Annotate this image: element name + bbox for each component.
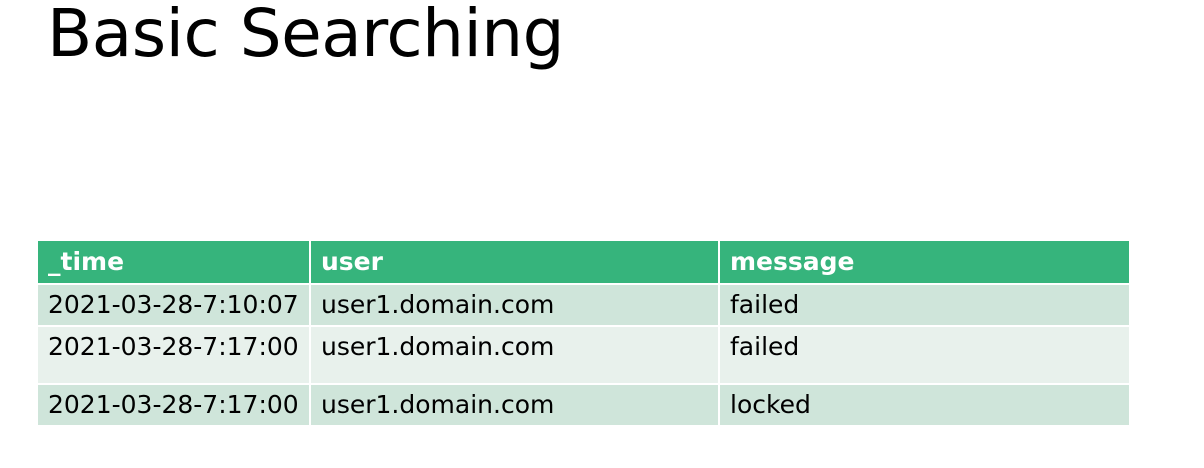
column-header-time: _time — [38, 241, 310, 285]
table-row: 2021-03-28-7:10:07 user1.domain.com fail… — [38, 284, 1129, 327]
message-cell: failed — [718, 326, 1129, 385]
user-cell: user1.domain.com — [309, 384, 719, 427]
column-header-message: message — [718, 241, 1129, 285]
page-title: Basic Searching — [47, 0, 565, 72]
user-cell: user1.domain.com — [309, 326, 719, 385]
message-cell: locked — [718, 384, 1129, 427]
user-cell: user1.domain.com — [309, 284, 719, 327]
column-header-user: user — [309, 241, 719, 285]
results-table: _time user message 2021-03-28-7:10:07 us… — [38, 241, 1129, 427]
time-cell: 2021-03-28-7:17:00 — [38, 326, 310, 385]
table-row: 2021-03-28-7:17:00 user1.domain.com lock… — [38, 384, 1129, 427]
table-header-row: _time user message — [38, 241, 1129, 285]
message-cell: failed — [718, 284, 1129, 327]
time-cell: 2021-03-28-7:10:07 — [38, 284, 310, 327]
time-cell: 2021-03-28-7:17:00 — [38, 384, 310, 427]
table-row: 2021-03-28-7:17:00 user1.domain.com fail… — [38, 326, 1129, 385]
